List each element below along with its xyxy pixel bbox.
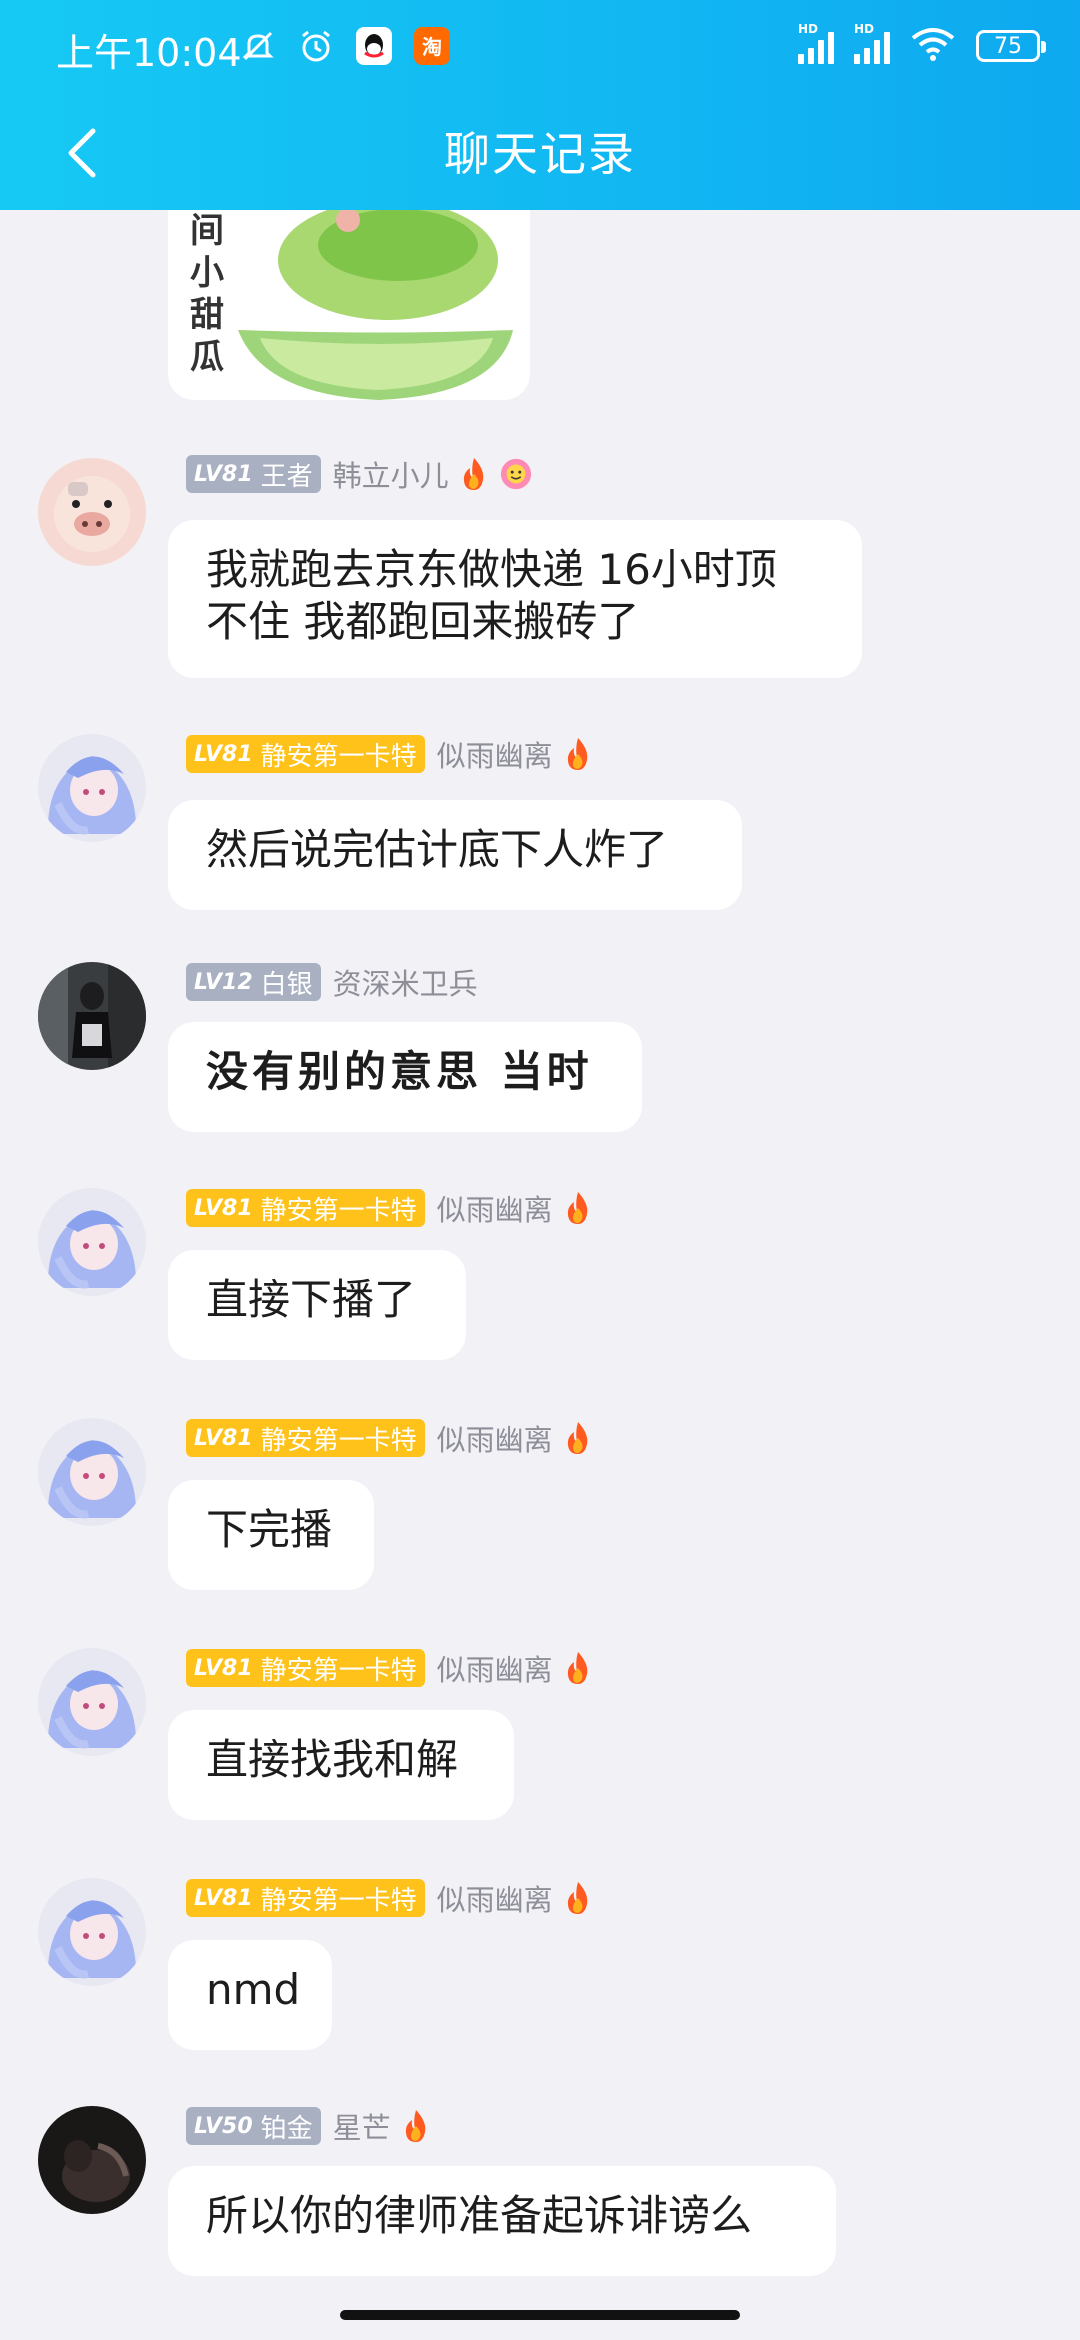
sender-meta: LV81 静安第一卡特 似雨幽离 [186,1878,595,1918]
message-bubble[interactable]: 我就跑去京东做快递 16小时顶 不住 我都跑回来搬砖了 [168,520,862,678]
nav-bar: 聊天记录 [0,96,1080,210]
sticker-char: 间 [190,211,224,251]
page-title: 聊天记录 [444,127,636,181]
level-badge: LV81 王者 [186,455,321,493]
message-line: nmd [206,1965,301,2014]
sender-name[interactable]: 资深米卫兵 [333,961,478,1003]
taobao-app-icon: 淘 [412,26,452,66]
level-number: LV81 [194,1195,253,1221]
message-line: 直接下播了 [206,1275,417,1324]
sender-name[interactable]: 似雨幽离 [437,1877,553,1919]
level-title: 静安第一卡特 [260,1195,417,1226]
sender-meta: LV81 王者 韩立小儿 [186,454,533,494]
avatar[interactable] [38,1188,146,1296]
hd-label: HD [798,22,819,36]
avatar[interactable] [38,1648,146,1756]
level-number: LV81 [194,1655,253,1681]
status-time: 上午10:04 [56,31,242,75]
level-number: LV81 [194,1885,253,1911]
message-bubble[interactable]: 所以你的律师准备起诉诽谤么 [168,2166,836,2276]
status-right: HD HD 75 [798,22,1046,66]
avatar[interactable] [38,1418,146,1526]
level-badge: LV81 静安第一卡特 [186,1649,425,1687]
avatar[interactable] [38,734,146,842]
message-line: 然后说完估计底下人炸了 [206,825,669,874]
avatar[interactable] [38,2106,146,2214]
message-line: 所以你的律师准备起诉诽谤么 [206,2191,753,2240]
level-title: 铂金 [260,2113,313,2144]
app-header: 上午10:04 淘 HD HD 75 聊天记录 [0,0,1080,210]
message-line: 没有别的意思 当时 [206,1047,593,1096]
battery-level: 75 [994,33,1022,59]
level-title: 静安第一卡特 [260,741,417,772]
message-line: 不住 我都跑回来搬砖了 [206,597,640,646]
level-title: 白银 [260,969,313,1000]
flame-icon [561,1189,595,1227]
home-indicator[interactable] [340,2310,740,2320]
sticker-char: 甜 [190,295,224,335]
message-bubble[interactable]: nmd [168,1940,332,2050]
message-bubble[interactable]: 没有别的意思 当时 [168,1022,642,1132]
message-bubble[interactable]: 下完播 [168,1480,374,1590]
battery-icon: 75 [976,30,1046,62]
sticker-image[interactable]: 间 小 甜 瓜 [168,210,530,400]
flame-icon [561,1419,595,1457]
flame-icon [561,1879,595,1917]
level-number: LV81 [194,741,253,767]
message-line: 直接找我和解 [206,1735,459,1784]
level-title: 静安第一卡特 [260,1885,417,1916]
qq-app-icon [354,26,394,66]
message-line: 我就跑去京东做快递 16小时顶 [206,545,777,594]
level-title: 静安第一卡特 [260,1425,417,1456]
sender-name[interactable]: 似雨幽离 [437,733,553,775]
message-bubble[interactable]: 直接找我和解 [168,1710,514,1820]
notification-icons: 淘 [238,26,452,66]
alarm-clock-icon [296,26,336,66]
level-number: LV50 [194,2113,253,2139]
message-bubble[interactable]: 然后说完估计底下人炸了 [168,800,742,910]
smile-flower-icon [499,455,533,493]
flame-icon [457,455,491,493]
level-number: LV81 [194,461,253,487]
message-bubble[interactable]: 直接下播了 [168,1250,466,1360]
level-badge: LV50 铂金 [186,2107,321,2145]
sender-meta: LV12 白银 资深米卫兵 [186,962,478,1002]
flame-icon [399,2107,433,2145]
status-bar: 上午10:04 淘 HD HD 75 [0,0,1080,96]
signal-icon-2: HD [854,22,890,64]
level-number: LV81 [194,1425,253,1451]
signal-icon: HD [798,22,834,64]
svg-text:淘: 淘 [422,35,442,59]
sender-meta: LV81 静安第一卡特 似雨幽离 [186,1648,595,1688]
sender-name[interactable]: 似雨幽离 [437,1417,553,1459]
level-title: 王者 [260,461,313,492]
level-title: 静安第一卡特 [260,1655,417,1686]
avatar[interactable] [38,962,146,1070]
flame-icon [561,1649,595,1687]
sender-meta: LV81 静安第一卡特 似雨幽离 [186,1188,595,1228]
sticker-char: 瓜 [190,337,224,377]
hd-label-2: HD [854,22,875,36]
level-badge: LV81 静安第一卡特 [186,1419,425,1457]
level-badge: LV81 静安第一卡特 [186,735,425,773]
avatar[interactable] [38,1878,146,1986]
sender-name[interactable]: 星芒 [333,2105,391,2147]
sender-name[interactable]: 似雨幽离 [437,1647,553,1689]
level-badge: LV81 静安第一卡特 [186,1189,425,1227]
wifi-icon [910,26,956,66]
level-badge: LV81 静安第一卡特 [186,1879,425,1917]
sender-meta: LV50 铂金 星芒 [186,2106,433,2146]
sender-name[interactable]: 似雨幽离 [437,1187,553,1229]
sender-meta: LV81 静安第一卡特 似雨幽离 [186,734,595,774]
level-badge: LV12 白银 [186,963,321,1001]
sender-meta: LV81 静安第一卡特 似雨幽离 [186,1418,595,1458]
message-line: 下完播 [206,1505,333,1554]
flame-icon [561,735,595,773]
mute-bell-icon [238,26,278,66]
sticker-char: 小 [190,253,224,293]
avatar[interactable] [38,458,146,566]
level-number: LV12 [194,969,253,995]
sender-name[interactable]: 韩立小儿 [333,453,449,495]
